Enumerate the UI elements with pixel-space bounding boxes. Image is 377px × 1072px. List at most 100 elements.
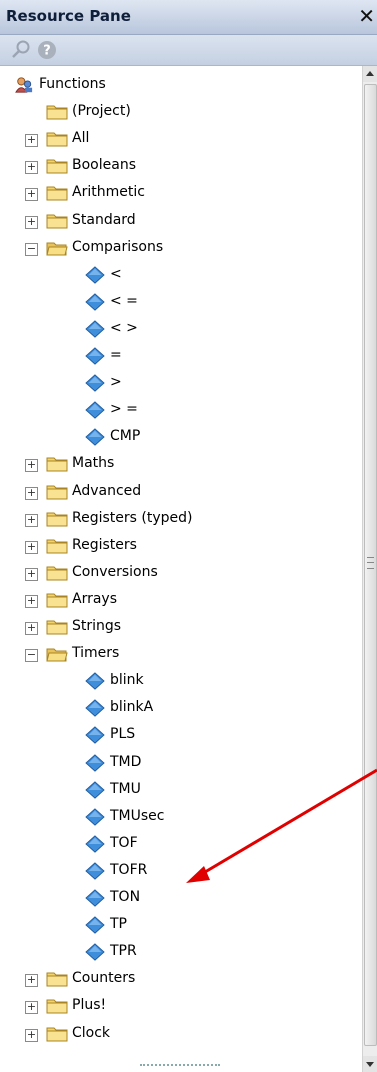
folder-icon (46, 620, 68, 635)
tree-function-item[interactable]: = (0, 343, 363, 370)
tree-folder[interactable]: + Arrays (0, 587, 363, 614)
tree-label: Arrays (72, 590, 118, 607)
tree-label: Maths (72, 455, 115, 472)
function-diamond-icon (85, 320, 105, 338)
tree-function-item[interactable]: TMD (0, 750, 363, 777)
tree-folder[interactable]: + Counters (0, 966, 363, 993)
tree-folder-comparisons[interactable]: − Comparisons (0, 235, 363, 262)
function-diamond-icon (85, 265, 105, 284)
folder-icon (46, 214, 68, 228)
tree-folder[interactable]: + Booleans (0, 153, 363, 180)
resize-handle[interactable] (140, 1064, 220, 1072)
tree-folder[interactable]: + Registers (typed) (0, 506, 363, 533)
tree-label: blinkA (110, 699, 154, 716)
folder-icon (46, 132, 68, 147)
function-diamond-icon (85, 672, 105, 690)
function-diamond-icon (85, 807, 105, 826)
grip-icon (367, 557, 374, 569)
tree-folder[interactable]: + Clock (0, 1021, 363, 1048)
tree-label: < (110, 265, 122, 282)
tree-label: TOF (110, 834, 138, 851)
scroll-thumb[interactable] (364, 84, 377, 1046)
tree-label: CMP (110, 428, 141, 445)
expand-icon[interactable]: + (25, 188, 38, 202)
function-diamond-icon (85, 889, 105, 907)
expand-icon[interactable]: + (25, 594, 38, 608)
tree-function-item[interactable]: < = (0, 289, 363, 316)
tree-folder[interactable]: + Registers (0, 533, 363, 560)
expand-icon[interactable]: + (25, 974, 38, 988)
expand-icon[interactable]: + (25, 215, 38, 229)
help-icon[interactable]: ? (36, 39, 58, 61)
tree-function-item[interactable]: CMP (0, 424, 363, 451)
tree-root-functions[interactable]: Functions (0, 72, 363, 99)
tree-label: TP (110, 916, 127, 933)
tree-folder[interactable]: + Conversions (0, 560, 363, 587)
scroll-down-icon[interactable] (363, 1056, 377, 1072)
expand-icon[interactable]: + (25, 1001, 38, 1015)
tree-function-item[interactable]: > = (0, 397, 363, 424)
tree-function-item[interactable]: PLS (0, 722, 363, 749)
tree-folder[interactable]: + All (0, 126, 363, 153)
folder-icon (46, 999, 68, 1014)
tree-function-item[interactable]: < (0, 262, 363, 289)
tree-function-item[interactable]: TPR (0, 939, 363, 966)
tree-function-item[interactable]: TOFR (0, 858, 363, 885)
folder-open-icon (46, 648, 68, 662)
vertical-scrollbar[interactable] (362, 66, 377, 1072)
tree-label: Advanced (72, 482, 142, 499)
tree-label: All (72, 130, 90, 147)
tree-label: Registers (72, 536, 137, 553)
tree-folder[interactable]: + Advanced (0, 479, 363, 506)
tree-function-item[interactable]: blink (0, 668, 363, 695)
tree-folder[interactable]: + Plus! (0, 993, 363, 1020)
svg-text:?: ? (43, 44, 51, 59)
tree-function-item[interactable]: > (0, 370, 363, 397)
expand-icon[interactable]: + (25, 513, 38, 527)
expand-icon[interactable]: + (25, 486, 38, 500)
collapse-icon[interactable]: − (25, 649, 38, 663)
folder-icon (46, 512, 68, 527)
close-icon[interactable]: ✕ (358, 4, 375, 28)
expand-icon[interactable]: + (25, 622, 38, 635)
tree-folder-timers[interactable]: − Timers (0, 641, 363, 668)
tree-label: > = (110, 401, 138, 418)
tree-function-item[interactable]: TON (0, 885, 363, 912)
tree-folder[interactable]: + Strings (0, 614, 363, 641)
tree-folder[interactable]: + Arithmetic (0, 180, 363, 207)
tree-function-item[interactable]: TMU (0, 777, 363, 804)
expand-icon[interactable]: + (25, 567, 38, 581)
tree-function-item[interactable]: blinkA (0, 695, 363, 722)
expand-icon[interactable]: + (25, 1028, 38, 1042)
search-icon[interactable] (10, 39, 32, 61)
collapse-icon[interactable]: − (25, 242, 38, 256)
function-diamond-icon (85, 780, 105, 799)
function-diamond-icon (85, 916, 105, 934)
tree-function-item[interactable]: TOF (0, 831, 363, 858)
function-diamond-icon (85, 401, 105, 419)
tree-function-item[interactable]: TP (0, 912, 363, 939)
tree-label: Counters (72, 970, 136, 987)
function-diamond-icon (85, 726, 105, 745)
function-diamond-icon (85, 428, 105, 447)
expand-icon[interactable]: + (25, 459, 38, 473)
tree-folder[interactable]: + Standard (0, 208, 363, 235)
tree-label: TMU (110, 780, 141, 797)
tree-function-item[interactable]: < > (0, 316, 363, 343)
folder-icon (46, 159, 68, 174)
tree-label: Booleans (72, 157, 136, 174)
tree-folder-project[interactable]: (Project) (0, 99, 363, 126)
expand-icon[interactable]: + (25, 134, 38, 148)
function-diamond-icon (85, 943, 105, 961)
pane-titlebar: Resource Pane ✕ (0, 0, 377, 35)
tree-folder[interactable]: + Maths (0, 451, 363, 478)
function-diamond-icon (85, 753, 105, 772)
expand-icon[interactable]: + (25, 161, 38, 175)
scroll-up-icon[interactable] (363, 66, 377, 82)
tree-function-item[interactable]: TMUsec (0, 804, 363, 831)
tree-label: Arithmetic (72, 184, 145, 201)
function-diamond-icon (85, 835, 105, 853)
expand-icon[interactable]: + (25, 540, 38, 554)
folder-icon (46, 593, 68, 608)
folder-icon (46, 972, 68, 987)
